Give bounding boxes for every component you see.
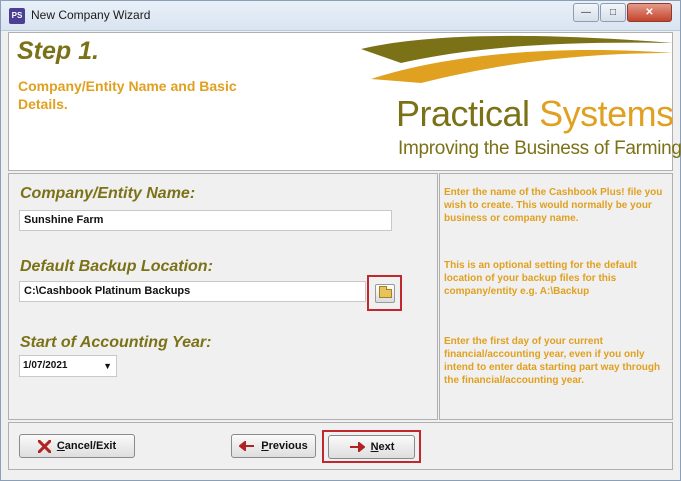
logo-tagline: Improving the Business of Farming — [398, 138, 681, 159]
cancel-label: ancel/Exit — [64, 440, 117, 452]
browse-button[interactable] — [375, 284, 395, 303]
arrow-right-icon — [349, 442, 365, 453]
arrow-left-icon — [239, 441, 255, 452]
minimize-button[interactable]: — — [573, 3, 599, 22]
cancel-exit-button[interactable]: Cancel/Exit — [19, 434, 135, 458]
folder-icon — [379, 286, 392, 298]
help-accounting-year: Enter the first day of your current fina… — [444, 336, 661, 386]
company-name-label: Company/Entity Name: — [20, 185, 196, 202]
step-title: Step 1. — [17, 37, 99, 65]
logo-name-part1: Practical — [396, 93, 530, 134]
previous-button[interactable]: Previous — [231, 434, 316, 458]
backup-location-label: Default Backup Location: — [20, 258, 213, 275]
company-logo: Practical Systems Improving the Business… — [361, 33, 681, 170]
accounting-year-value: 1/07/2021 — [23, 360, 68, 371]
browse-highlight — [367, 275, 402, 311]
backup-location-input[interactable]: C:\Cashbook Platinum Backups — [19, 281, 366, 302]
next-highlight: Next — [322, 430, 421, 463]
next-label: ext — [378, 441, 395, 453]
chevron-down-icon[interactable]: ▼ — [103, 361, 112, 371]
logo-name: Practical Systems — [396, 93, 674, 135]
next-button[interactable]: Next — [328, 435, 415, 459]
help-panel: Enter the name of the Cashbook Plus! fil… — [439, 173, 673, 420]
next-mnemonic: N — [370, 441, 379, 453]
step-subtitle: Company/Entity Name and Basic Details. — [18, 78, 237, 112]
help-backup-location: This is an optional setting for the defa… — [444, 260, 637, 297]
help-company-name: Enter the name of the Cashbook Plus! fil… — [444, 187, 663, 224]
maximize-button[interactable]: □ — [600, 3, 626, 22]
accounting-year-picker[interactable]: 1/07/2021 ▼ — [19, 355, 117, 377]
previous-mnemonic: P — [261, 440, 269, 452]
wizard-window: PS New Company Wizard — □ ✕ Step 1. Comp… — [0, 0, 681, 481]
logo-name-part2: Systems — [539, 93, 674, 134]
cancel-x-icon — [37, 439, 51, 453]
button-bar: Cancel/Exit Previous Next — [8, 422, 673, 470]
wizard-header: Step 1. Company/Entity Name and Basic De… — [8, 32, 681, 171]
title-bar[interactable]: PS New Company Wizard — □ ✕ — [1, 1, 680, 31]
accounting-year-label: Start of Accounting Year: — [20, 334, 212, 351]
app-icon: PS — [9, 8, 25, 24]
window-title: New Company Wizard — [31, 8, 151, 22]
company-name-input[interactable]: Sunshine Farm — [19, 210, 392, 231]
close-button[interactable]: ✕ — [627, 3, 672, 22]
cancel-mnemonic: C — [56, 440, 65, 452]
previous-label: revious — [268, 440, 308, 452]
form-panel: Company/Entity Name: Sunshine Farm Defau… — [8, 173, 438, 420]
